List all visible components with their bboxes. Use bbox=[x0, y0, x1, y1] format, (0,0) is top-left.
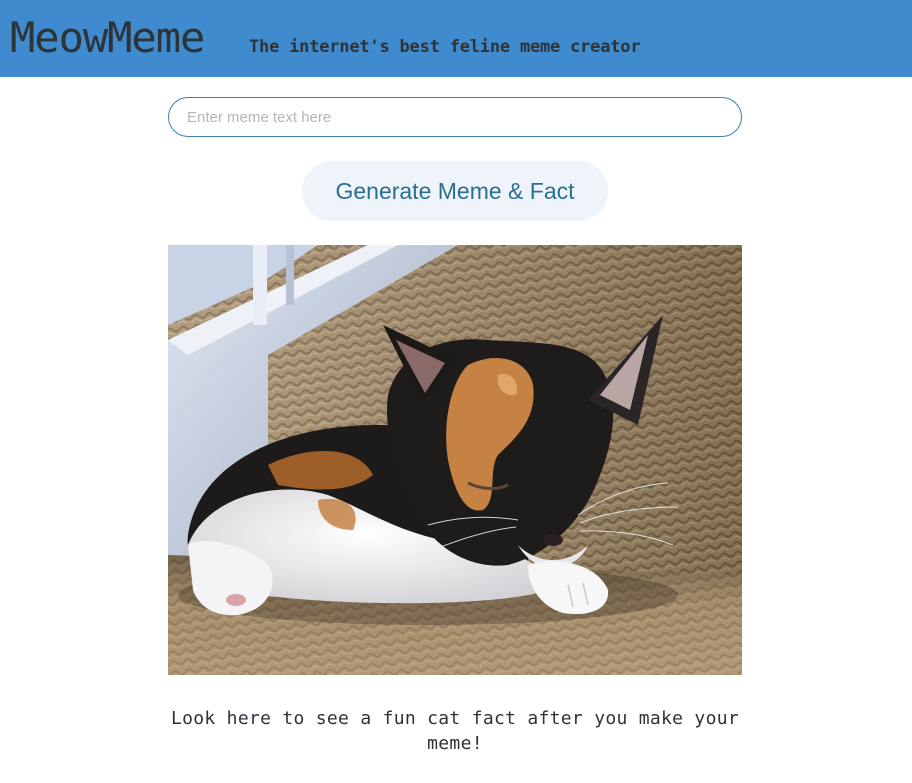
cat-fact-text: Look here to see a fun cat fact after yo… bbox=[171, 708, 739, 754]
generate-meme-button[interactable]: Generate Meme & Fact bbox=[302, 161, 608, 221]
meme-text-input[interactable] bbox=[168, 97, 742, 137]
app-header: MeowMeme The internet's best feline meme… bbox=[0, 0, 912, 77]
cat-meme-image bbox=[168, 245, 742, 675]
app-logo: MeowMeme bbox=[10, 13, 205, 62]
app-tagline: The internet's best feline meme creator bbox=[249, 37, 641, 57]
